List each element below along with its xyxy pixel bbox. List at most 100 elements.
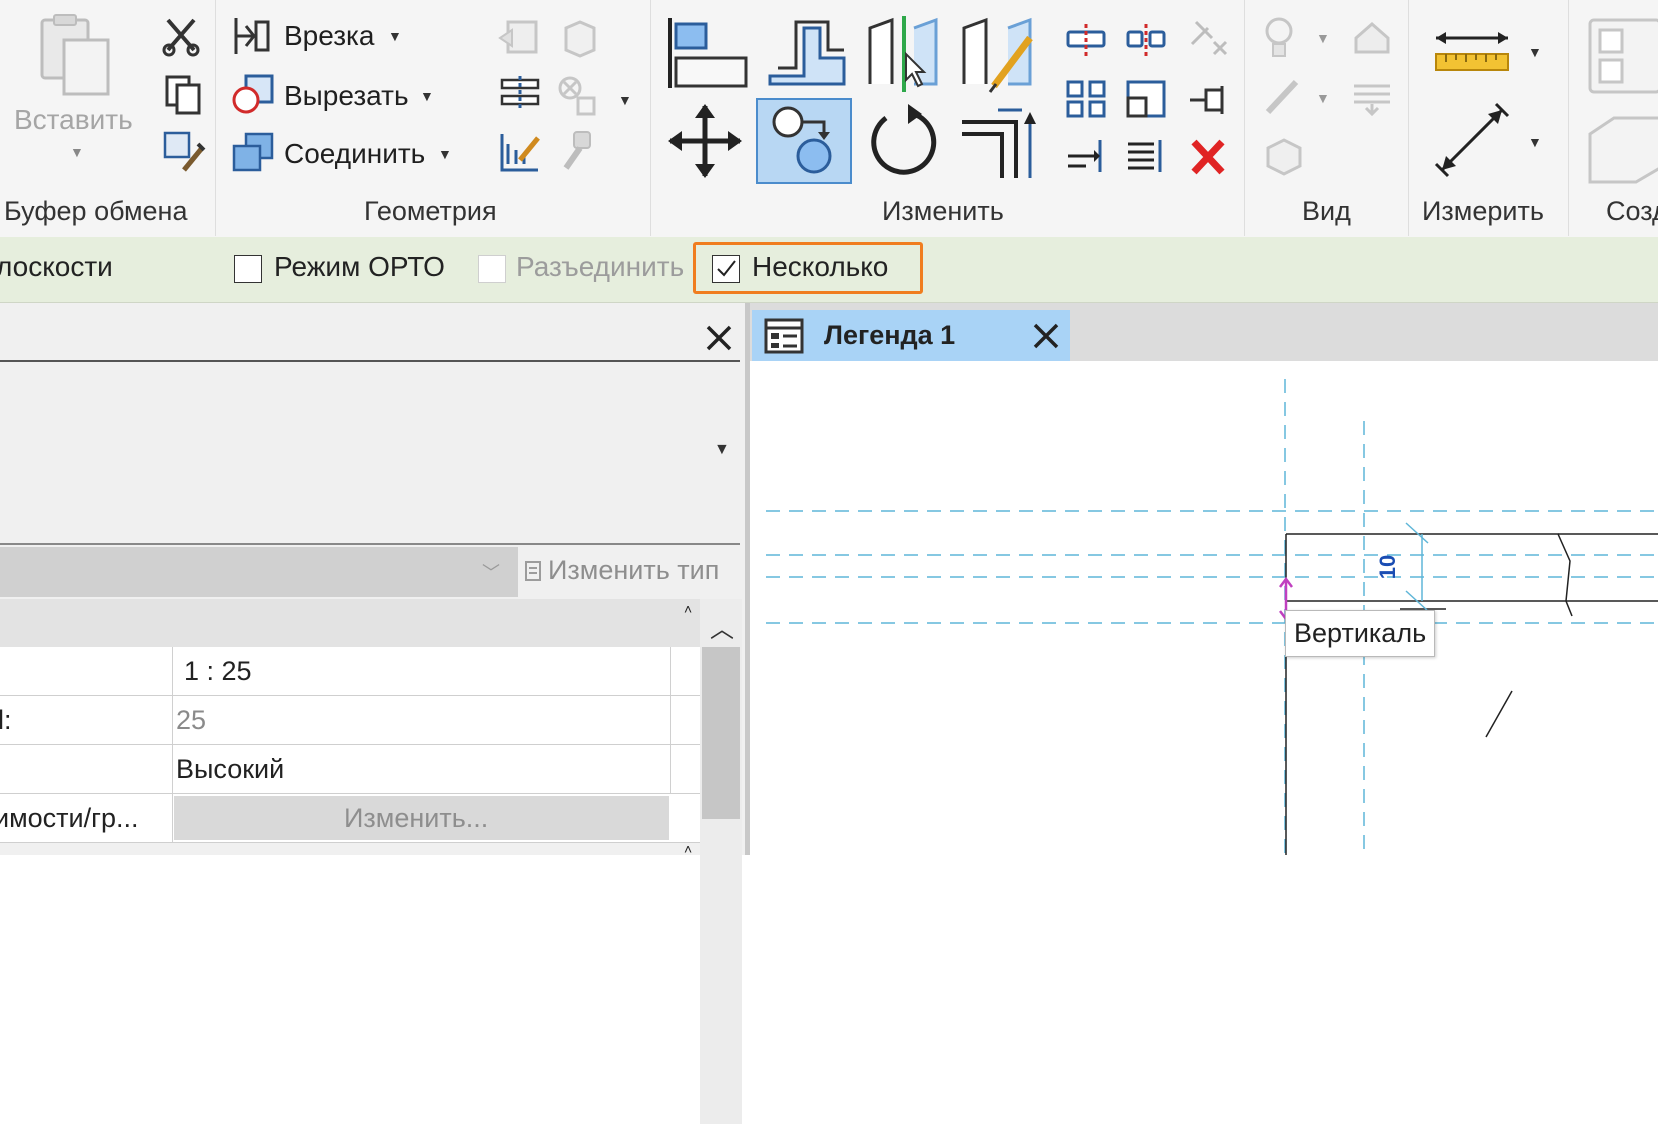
- chevron-down-icon[interactable]: ▼: [1316, 30, 1330, 46]
- scrollbar-thumb[interactable]: [702, 647, 740, 819]
- mirror-pick-axis-icon[interactable]: [866, 14, 944, 94]
- collapse-icon: ˄: [684, 601, 693, 617]
- alignment-guides: [766, 379, 1658, 855]
- ribbon: Вставить ▼ Буфер обмена Врезка ▼ Вырезат…: [0, 0, 1658, 238]
- scroll-up-icon[interactable]: ︿: [710, 609, 734, 644]
- paste-button[interactable]: Вставить ▼: [8, 10, 138, 160]
- property-row: l: 25: [0, 696, 700, 745]
- chevron-down-icon: ﹀: [482, 563, 500, 583]
- chevron-down-icon: ▼: [714, 441, 730, 458]
- copy-element-button[interactable]: [756, 98, 852, 184]
- paste-label: Вставить: [14, 104, 133, 135]
- tab-title: Легенда 1: [824, 320, 956, 350]
- delete-icon[interactable]: [1188, 138, 1228, 176]
- section-box-icon[interactable]: [1262, 136, 1306, 176]
- demolish-icon[interactable]: [556, 74, 600, 118]
- aligned-dimension-icon[interactable]: [1432, 100, 1512, 180]
- edit-type-icon: [525, 561, 541, 581]
- join-button[interactable]: Соединить ▼: [232, 130, 462, 178]
- copy-icon[interactable]: [164, 74, 204, 116]
- cope-label: Врезка: [284, 20, 375, 51]
- rotate-icon[interactable]: [864, 102, 942, 182]
- chevron-down-icon: ▼: [438, 146, 452, 162]
- create-parts-icon[interactable]: [1584, 104, 1658, 184]
- hide-elements-icon[interactable]: [1350, 16, 1394, 56]
- dimension-value[interactable]: 10: [1375, 555, 1401, 579]
- cut-icon[interactable]: [160, 16, 202, 58]
- chevron-down-icon: ▼: [388, 28, 402, 44]
- edit-button-label: Изменить...: [344, 803, 489, 833]
- property-row: имости/гр... Изменить...: [0, 794, 700, 843]
- ortho-label: Режим ОРТО: [274, 251, 445, 282]
- legend-view-icon: [764, 318, 804, 354]
- match-properties-icon[interactable]: [162, 130, 206, 174]
- copy-element-icon: [772, 106, 832, 174]
- mirror-draw-axis-icon[interactable]: [960, 14, 1040, 94]
- dimension-witness: [1405, 522, 1429, 612]
- properties-scrollbar[interactable]: ︿: [700, 599, 742, 1124]
- options-bar: лоскости Режим ОРТО Разъединить Нескольк…: [0, 237, 1658, 303]
- multiple-checkbox[interactable]: [712, 255, 740, 283]
- chevron-down-icon[interactable]: ▼: [1316, 90, 1330, 106]
- paint-icon[interactable]: [558, 130, 598, 174]
- property-value-detail-level[interactable]: Высокий: [176, 754, 284, 785]
- cope-icon: [234, 18, 270, 54]
- unpin-icon[interactable]: [1186, 18, 1230, 58]
- measure-panel-label: Измерить: [1422, 196, 1544, 226]
- lightbulb-icon[interactable]: [1262, 16, 1296, 60]
- create-assembly-icon[interactable]: [1584, 14, 1658, 94]
- planes-label-fragment: лоскости: [0, 251, 113, 282]
- wall-edit-icon[interactable]: [498, 130, 542, 174]
- drawing-canvas[interactable]: 10 Вертикаль: [750, 361, 1658, 855]
- edit-type-label: Изменить тип: [548, 555, 720, 585]
- property-name: имости/гр...: [0, 803, 139, 833]
- linework-icon[interactable]: [1262, 76, 1302, 116]
- pin-icon[interactable]: [1186, 80, 1230, 120]
- type-selector-border: [0, 543, 740, 545]
- properties-group-header[interactable]: ˄: [0, 599, 700, 647]
- array-icon[interactable]: [1064, 78, 1108, 120]
- geometry-panel-label: Геометрия: [364, 196, 497, 226]
- chevron-down-icon[interactable]: ▼: [1528, 134, 1542, 150]
- measure-distance-icon[interactable]: [1432, 26, 1512, 76]
- split-face-icon[interactable]: [560, 18, 600, 58]
- beam-column-joins-icon[interactable]: [498, 74, 542, 114]
- trim-extend-multiple-icon[interactable]: [1124, 136, 1168, 176]
- align-icon[interactable]: [666, 14, 750, 92]
- disjoin-checkbox[interactable]: [478, 255, 506, 283]
- cope-button[interactable]: Врезка ▼: [232, 14, 412, 62]
- modify-panel-label: Изменить: [882, 196, 1004, 226]
- wall-joins-icon[interactable]: [498, 18, 540, 58]
- wall-section-lines: [1285, 533, 1658, 855]
- join-label: Соединить: [284, 138, 426, 169]
- edit-type-button[interactable]: Изменить тип: [522, 547, 740, 597]
- legend-drawing: [766, 379, 1658, 855]
- type-selector[interactable]: ▼: [0, 363, 740, 543]
- snap-tooltip: Вертикаль: [1285, 610, 1436, 657]
- scale-icon[interactable]: [1124, 78, 1168, 120]
- trim-extend-single-icon[interactable]: [1064, 136, 1108, 176]
- chevron-down-icon: ▼: [420, 88, 434, 104]
- chevron-down-icon[interactable]: ▼: [1528, 44, 1542, 60]
- offset-icon[interactable]: [764, 18, 848, 90]
- cut-geometry-button[interactable]: Вырезать ▼: [232, 72, 442, 120]
- move-icon[interactable]: [666, 102, 744, 180]
- close-icon[interactable]: [704, 323, 734, 353]
- create-panel-label: Созд: [1606, 196, 1658, 226]
- checkmark-icon: [717, 260, 736, 277]
- split-element-icon[interactable]: [1064, 22, 1108, 58]
- instance-filter-dropdown[interactable]: ﹀: [0, 547, 518, 597]
- property-row: Высокий: [0, 745, 700, 794]
- property-value-scale-value: 25: [176, 705, 207, 735]
- property-name: l:: [0, 705, 12, 735]
- property-row: 1 : 25: [0, 647, 700, 696]
- ortho-checkbox[interactable]: [234, 255, 262, 283]
- tab-legend-1[interactable]: Легенда 1: [752, 310, 1070, 361]
- property-value-view-scale[interactable]: 1 : 25: [184, 656, 670, 687]
- cut-geometry-label: Вырезать: [284, 80, 409, 111]
- override-graphics-icon[interactable]: [1350, 80, 1394, 116]
- chevron-down-icon[interactable]: ▼: [618, 92, 632, 108]
- close-tab-icon[interactable]: [1032, 322, 1060, 350]
- trim-extend-corner-icon[interactable]: [958, 102, 1042, 182]
- split-with-gap-icon[interactable]: [1124, 22, 1168, 58]
